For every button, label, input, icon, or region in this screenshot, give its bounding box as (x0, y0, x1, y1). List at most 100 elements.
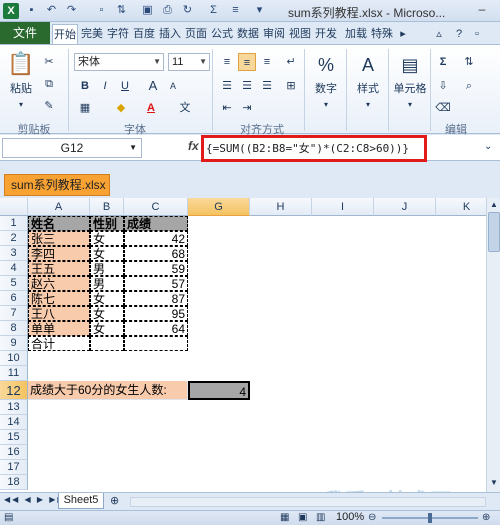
total-label-cell[interactable]: 合计 (28, 336, 90, 351)
find-select-icon[interactable]: ⌕ (460, 77, 478, 95)
italic-button[interactable]: I (96, 77, 114, 95)
percent-icon[interactable]: % (312, 51, 340, 79)
bold-button[interactable]: B (76, 77, 94, 95)
minimize-ribbon-icon[interactable]: ▵ (432, 24, 446, 44)
autosum-icon[interactable]: Σ (434, 53, 452, 71)
name-cell[interactable]: 张三 (28, 231, 90, 246)
score-cell[interactable]: 42 (124, 231, 188, 246)
tab-view[interactable]: 视图 (288, 24, 312, 44)
score-cell[interactable]: 68 (124, 246, 188, 261)
score-cell[interactable]: 95 (124, 306, 188, 321)
format-painter-icon[interactable]: ✎ (40, 97, 58, 115)
score-cell[interactable]: 87 (124, 291, 188, 306)
gender-cell[interactable]: 男 (90, 261, 124, 276)
zoom-in-icon[interactable]: ⊕ (482, 512, 490, 523)
tab-insert[interactable]: 插入 (158, 24, 182, 44)
font-name-select[interactable]: 宋体 ▼ (74, 53, 164, 71)
fill-color-icon[interactable]: ◆ (112, 99, 130, 117)
score-cell[interactable]: 64 (124, 321, 188, 336)
tab-addins[interactable]: 加载 (344, 24, 368, 44)
col-header-i[interactable]: I (312, 198, 374, 216)
select-all-corner[interactable] (0, 198, 28, 216)
merge-icon[interactable]: ⊞ (282, 77, 300, 95)
insert-sheet-icon[interactable]: ⊕ (110, 494, 119, 507)
styles-dropdown-icon[interactable]: ▾ (360, 97, 376, 113)
styles-button[interactable]: 样式 (354, 81, 382, 97)
align-top-icon[interactable]: ≡ (218, 53, 236, 71)
decrease-indent-icon[interactable]: ⇤ (218, 99, 236, 117)
print-preview-icon[interactable]: ▫ (94, 3, 109, 18)
col-header-c[interactable]: C (124, 198, 188, 216)
filter-icon[interactable]: ≡ (228, 3, 243, 18)
col-header-b[interactable]: B (90, 198, 124, 216)
align-bottom-icon[interactable]: ≡ (258, 53, 276, 71)
number-dropdown-icon[interactable]: ▾ (318, 97, 334, 113)
font-size-select[interactable]: 11 ▼ (168, 53, 210, 71)
page-break-view-icon[interactable]: ▥ (316, 512, 325, 523)
tab-page[interactable]: 页面 (184, 24, 208, 44)
sheet-tab-active[interactable]: Sheet5 (58, 493, 104, 509)
row-header-13[interactable]: 13 (0, 400, 28, 415)
cells-dropdown-icon[interactable]: ▾ (402, 97, 418, 113)
row-header-18[interactable]: 18 (0, 475, 28, 490)
borders-icon[interactable]: ▦ (76, 99, 94, 117)
gender-cell[interactable]: 女 (90, 306, 124, 321)
print-icon[interactable]: ⎙ (160, 3, 175, 18)
autosum-icon[interactable]: Σ (206, 3, 221, 18)
col-header-h[interactable]: H (250, 198, 312, 216)
styles-icon[interactable]: A (354, 51, 382, 79)
expand-formula-icon[interactable]: ⌄ (484, 141, 492, 152)
number-format-button[interactable]: 数字 (312, 81, 340, 97)
sort-filter-icon[interactable]: ⇅ (460, 53, 478, 71)
fill-icon[interactable]: ⇩ (434, 77, 452, 95)
row-header-1[interactable]: 1 (0, 216, 28, 231)
cells-icon[interactable]: ▤ (394, 51, 426, 79)
row-header-11[interactable]: 11 (0, 366, 28, 381)
row-header-3[interactable]: 3 (0, 246, 28, 261)
zoom-out-icon[interactable]: ⊖ (368, 512, 376, 523)
workbook-tab[interactable]: sum系列教程.xlsx (4, 174, 110, 196)
total-gender-cell[interactable] (90, 336, 124, 351)
row-header-12[interactable]: 12 (0, 381, 28, 400)
tab-home[interactable]: 开始 (52, 24, 78, 44)
increase-indent-icon[interactable]: ⇥ (238, 99, 256, 117)
minimize-button[interactable]: – (470, 3, 494, 18)
tab-data[interactable]: 数据 (236, 24, 260, 44)
gender-cell[interactable]: 女 (90, 321, 124, 336)
name-cell[interactable]: 陈七 (28, 291, 90, 306)
copy-icon[interactable]: ⧉ (40, 75, 58, 93)
sort-icon[interactable]: ⇅ (114, 3, 129, 18)
score-cell[interactable]: 59 (124, 261, 188, 276)
shrink-font-button[interactable]: A (164, 77, 182, 95)
name-box[interactable]: G12 ▼ (2, 138, 142, 158)
horizontal-scrollbar[interactable] (130, 497, 486, 507)
tab-special[interactable]: 特殊 (370, 24, 394, 44)
name-cell[interactable]: 王八 (28, 306, 90, 321)
wrap-text-icon[interactable]: ↵ (282, 53, 300, 71)
col-header-g[interactable]: G (188, 198, 250, 216)
col-header-k[interactable]: K (436, 198, 486, 216)
align-right-icon[interactable]: ☰ (258, 77, 276, 95)
row-header-9[interactable]: 9 (0, 336, 28, 351)
row-header-8[interactable]: 8 (0, 321, 28, 336)
align-middle-icon[interactable]: ≡ (238, 53, 256, 71)
insert-function-icon[interactable]: fx (188, 139, 199, 153)
undo-icon[interactable]: ↶ (44, 3, 59, 18)
paste-icon[interactable]: 📋 (6, 49, 36, 79)
page-layout-view-icon[interactable]: ▣ (298, 512, 307, 523)
name-cell[interactable]: 王五 (28, 261, 90, 276)
clear-icon[interactable]: ⌫ (434, 99, 452, 117)
camera-icon[interactable]: ▣ (140, 3, 155, 18)
row-header-15[interactable]: 15 (0, 430, 28, 445)
save-icon[interactable]: ▪ (24, 3, 39, 18)
grow-font-button[interactable]: A (144, 77, 162, 95)
col-header-j[interactable]: J (374, 198, 436, 216)
window-restore-icon[interactable]: ▫ (470, 24, 484, 44)
vertical-scrollbar[interactable]: ▲ ▼ (486, 198, 500, 492)
name-cell[interactable]: 李四 (28, 246, 90, 261)
macro-record-icon[interactable]: ▤ (4, 512, 13, 523)
answer-cell[interactable]: 4 (188, 381, 250, 400)
row-header-16[interactable]: 16 (0, 445, 28, 460)
cells-button[interactable]: 单元格 (390, 81, 430, 97)
phonetic-icon[interactable]: 文 (176, 99, 194, 117)
